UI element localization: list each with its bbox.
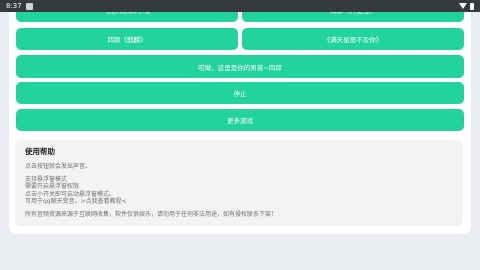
wifi-icon — [459, 3, 467, 9]
help-line: 点击按钮就会发出声音。 — [25, 163, 92, 170]
help-title: 使用帮助 — [25, 147, 55, 156]
tutorial-link[interactable]: 可用于qq聊天变音。>点我查看教程< — [25, 198, 453, 206]
help-line: 支持悬浮窗模式 — [25, 175, 68, 183]
sound-button-label: 《满天星辰不及你》 — [323, 36, 383, 44]
sound-button-stars[interactable]: 《满天星辰不及你》 — [242, 28, 464, 50]
status-time: 8:37 — [6, 2, 22, 10]
stop-button[interactable]: 停止 — [16, 82, 464, 104]
sound-button-qilin[interactable]: 四郎《麒麟》 — [16, 28, 238, 50]
help-line: 需要开启悬浮窗权限 — [25, 183, 80, 191]
status-bar: 8:37 — [0, 0, 480, 12]
sound-button-label: 四郎《麒麟》 — [107, 36, 147, 44]
stop-button-label: 停止 — [233, 90, 247, 98]
notification-icon — [25, 2, 33, 10]
sound-button-label: 哎呦，这里是你的男孩~四郎 — [198, 63, 282, 72]
more-games-label: 更多游戏 — [227, 117, 253, 125]
more-games-button[interactable]: 更多游戏 — [16, 109, 464, 131]
battery-icon — [470, 2, 474, 10]
sound-button-hello[interactable]: 哎呦，这里是你的男孩~四郎 — [16, 55, 464, 78]
disclaimer-text: 所有音频资源来源于互联网收集，软件仅供娱乐，请勿用于任何非法用途，如有侵权联系下… — [25, 210, 278, 218]
help-panel: 使用帮助 点击按钮就会发出声音。 支持悬浮窗模式 需要开启悬浮窗权限 点击小开关… — [15, 140, 463, 226]
